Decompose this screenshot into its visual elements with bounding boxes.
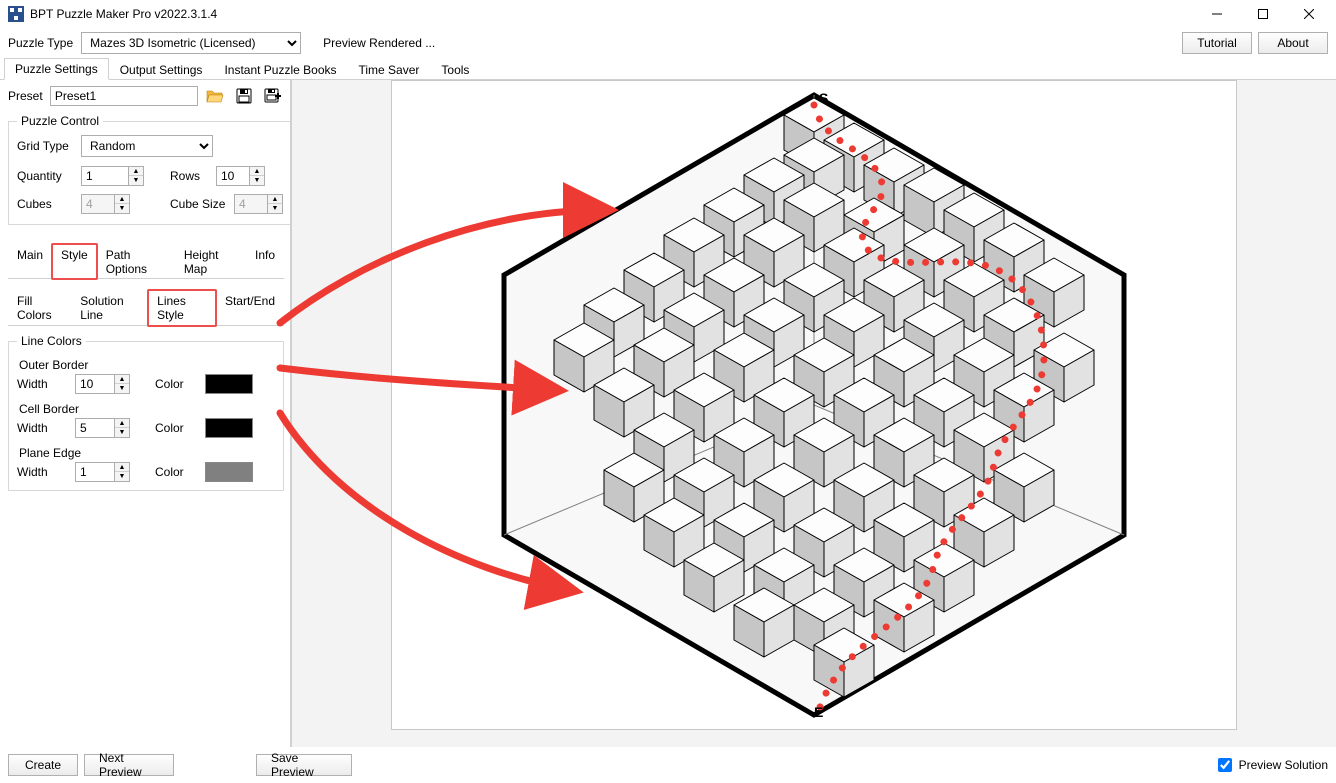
mid-tabs: Main Style Path Options Height Map Info [8,243,284,279]
preview-solution-input[interactable] [1218,758,1232,772]
preset-label: Preset [8,89,44,103]
preview-status: Preview Rendered ... [323,36,435,50]
outer-color-swatch[interactable] [205,374,253,394]
bottom-bar: Create Next Preview Save Preview Preview… [0,747,1336,783]
spinner-up-icon[interactable]: ▲ [250,167,264,176]
maze-start-label: S [819,90,828,106]
main-tabs: Puzzle Settings Output Settings Instant … [0,58,1336,80]
minimize-button[interactable] [1194,0,1240,28]
tab-start-end[interactable]: Start/End [216,290,284,326]
quantity-spinner[interactable]: ▲▼ [81,166,144,186]
tab-time-saver[interactable]: Time Saver [348,59,431,80]
line-colors-legend: Line Colors [17,334,86,348]
quantity-label: Quantity [17,169,75,183]
rows-label: Rows [170,169,210,183]
cell-width-spinner[interactable]: ▲▼ [75,418,145,438]
app-icon [8,6,24,22]
titlebar: BPT Puzzle Maker Pro v2022.3.1.4 [0,0,1336,28]
tab-info[interactable]: Info [246,244,284,279]
tutorial-button[interactable]: Tutorial [1182,32,1252,54]
line-colors-group: Line Colors Outer Border Width ▲▼ Color … [8,334,284,491]
tab-puzzle-settings[interactable]: Puzzle Settings [4,58,109,80]
style-subtabs: Fill Colors Solution Line Lines Style St… [8,289,284,326]
spinner-up-icon[interactable]: ▲ [129,167,143,176]
grid-type-select[interactable]: Random [81,135,213,157]
tab-output-settings[interactable]: Output Settings [109,59,214,80]
save-icon [236,88,252,104]
spinner-down-icon[interactable]: ▼ [129,176,143,185]
cubes-label: Cubes [17,197,75,211]
outer-width-label: Width [17,377,65,391]
plane-color-label: Color [155,465,195,479]
maze-image: S E [484,85,1144,725]
spinner-down-icon[interactable]: ▼ [250,176,264,185]
cubes-spinner: ▲▼ [81,194,130,214]
puzzle-type-label: Puzzle Type [8,36,73,50]
outer-color-label: Color [155,377,195,391]
preset-input[interactable] [50,86,198,106]
cell-color-label: Color [155,421,195,435]
plane-edge-label: Plane Edge [19,446,275,460]
save-preview-button[interactable]: Save Preview [256,754,352,776]
rows-spinner[interactable]: ▲▼ [216,166,265,186]
tab-lines-style[interactable]: Lines Style [148,290,216,326]
outer-border-label: Outer Border [19,358,275,372]
preset-open-button[interactable] [204,85,227,107]
tab-tools[interactable]: Tools [430,59,480,80]
cell-color-swatch[interactable] [205,418,253,438]
preset-save-as-button[interactable] [261,85,284,107]
grid-type-label: Grid Type [17,139,75,153]
preset-save-button[interactable] [233,85,256,107]
cell-width-label: Width [17,421,65,435]
preview-pane: S E [292,80,1336,747]
tab-instant-puzzle-books[interactable]: Instant Puzzle Books [213,59,347,80]
top-row: Puzzle Type Mazes 3D Isometric (Licensed… [0,28,1336,58]
preview-solution-checkbox[interactable]: Preview Solution [1214,755,1328,775]
cell-border-label: Cell Border [19,402,275,416]
puzzle-control-legend: Puzzle Control [17,114,103,128]
puzzle-type-select[interactable]: Mazes 3D Isometric (Licensed) [81,32,301,54]
next-preview-button[interactable]: Next Preview [84,754,174,776]
plane-width-label: Width [17,465,65,479]
tab-fill-colors[interactable]: Fill Colors [8,290,71,326]
preset-row: Preset [8,84,284,108]
tab-path-options[interactable]: Path Options [97,244,175,279]
plane-color-swatch[interactable] [205,462,253,482]
close-button[interactable] [1286,0,1332,28]
folder-open-icon [206,88,224,104]
about-button[interactable]: About [1258,32,1328,54]
puzzle-control-group: Puzzle Control Grid Type Random Quantity… [8,114,292,225]
save-as-icon [264,88,282,104]
tab-height-map[interactable]: Height Map [175,244,246,279]
window-title: BPT Puzzle Maker Pro v2022.3.1.4 [30,7,217,21]
left-panel: Preset Puzzle Control Grid Type Random [0,80,292,747]
maze-end-label: E [814,704,823,720]
cube-size-label: Cube Size [170,197,228,211]
cube-size-spinner: ▲▼ [234,194,283,214]
outer-width-spinner[interactable]: ▲▼ [75,374,145,394]
tab-style[interactable]: Style [52,244,97,279]
plane-width-spinner[interactable]: ▲▼ [75,462,145,482]
preview-canvas: S E [391,80,1237,730]
maximize-button[interactable] [1240,0,1286,28]
tab-solution-line[interactable]: Solution Line [71,290,148,326]
create-button[interactable]: Create [8,754,78,776]
tab-main[interactable]: Main [8,244,52,279]
